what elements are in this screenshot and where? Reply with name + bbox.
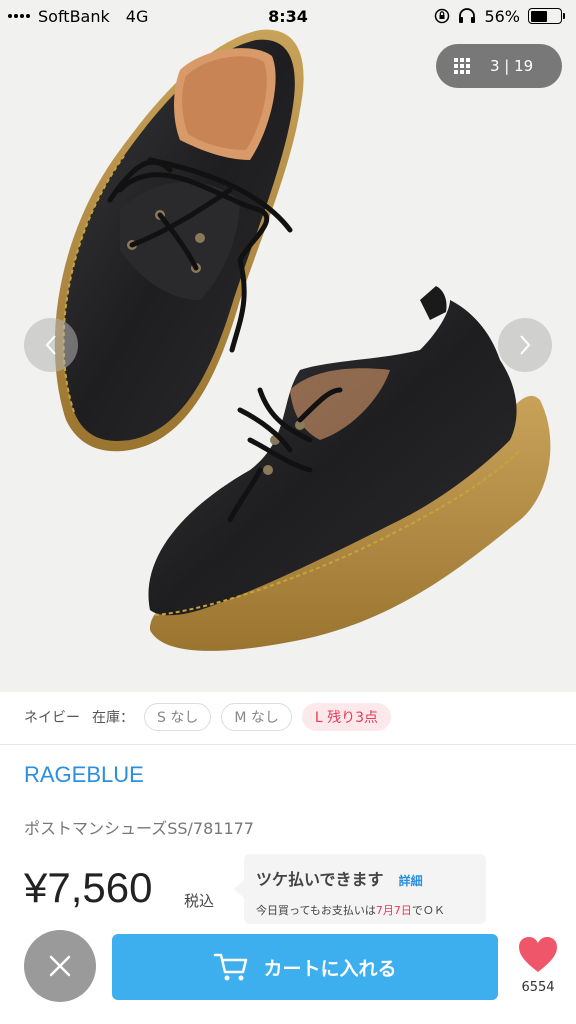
chevron-left-icon [45,335,56,355]
orientation-lock-icon [435,8,450,24]
grid-icon [454,58,470,74]
close-icon [49,955,71,977]
brand-link[interactable]: RAGEBLUE [24,762,144,788]
tax-label: 税込 [184,892,215,910]
add-to-cart-label: カートに入れる [263,957,397,980]
headphones-icon [459,8,476,23]
carrier-label: SoftBank [38,6,110,26]
previous-image-button[interactable] [24,318,78,372]
battery-percent: 56% [484,6,520,26]
deferred-payment-desc-prefix: 今日買ってもお支払いは [256,904,376,917]
size-chip-s[interactable]: S なし [144,703,212,731]
size-chip-m[interactable]: M なし [221,703,292,731]
deferred-payment-info: ツケ払いできます 詳細 今日買ってもお支払いは7月7日でＯＫ [234,854,486,924]
product-image-gallery[interactable]: 3 | 19 [0,0,576,692]
price: ¥7,560 [24,864,153,911]
cart-icon [214,953,248,981]
deferred-payment-date: 7月7日 [375,904,412,917]
image-counter[interactable]: 3 | 19 [436,44,562,88]
section-divider [0,744,576,745]
chevron-right-icon [520,335,531,355]
product-image-shoes [54,29,551,651]
stock-label: 在庫： [92,710,134,726]
battery-icon [528,8,565,24]
signal-icon [8,14,30,18]
clock: 8:34 [268,6,308,26]
deferred-payment-title: ツケ払いできます [256,870,384,889]
deferred-payment-details-link[interactable]: 詳細 [399,874,423,888]
deferred-payment-desc-suffix: でＯＫ [411,904,445,917]
color-label: ネイビー [24,710,80,726]
product-name: ポストマンシューズSS/781177 [24,819,254,838]
status-left: SoftBank 4G [8,7,148,26]
status-right: 56% [434,6,565,26]
add-to-cart-button[interactable]: カートに入れる [112,934,498,1000]
network-label: 4G [125,6,149,26]
next-image-button[interactable] [498,318,552,372]
close-button[interactable] [24,930,96,1002]
stock-row: ネイビー 在庫： S なし M なし L 残り3点 [24,703,392,731]
image-counter-label: 3 | 19 [490,57,534,75]
status-bar: SoftBank 4G 8:34 56% [0,0,576,32]
like-count: 6554 [521,980,555,995]
heart-icon [519,937,557,972]
like-button[interactable]: 6554 [512,936,564,995]
size-chip-l[interactable]: L 残り3点 [301,703,392,731]
deferred-payment-description: 今日買ってもお支払いは7月7日でＯＫ [256,902,476,918]
